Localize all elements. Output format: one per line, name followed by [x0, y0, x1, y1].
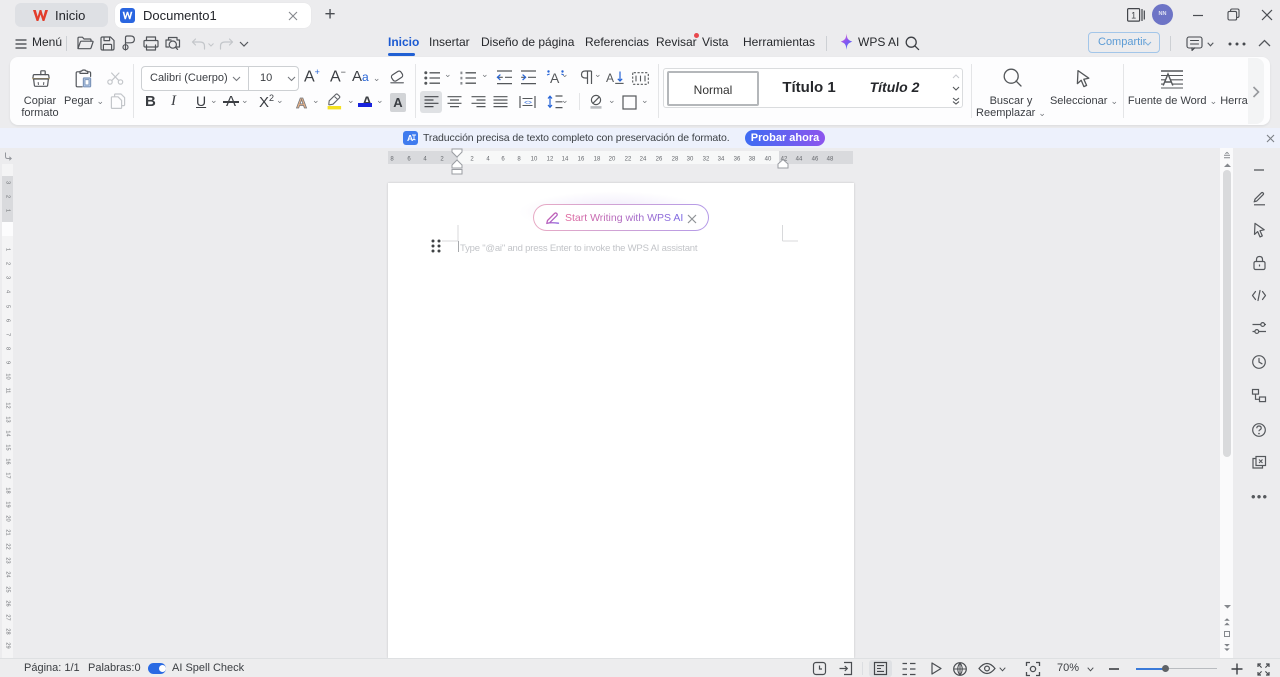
svg-text:A: A	[407, 133, 413, 143]
svg-text:A: A	[550, 70, 560, 86]
svg-text:A: A	[606, 71, 614, 85]
svg-text:A: A	[296, 95, 307, 112]
svg-text:1: 1	[1131, 11, 1136, 21]
svg-text:<>: <>	[524, 99, 532, 106]
